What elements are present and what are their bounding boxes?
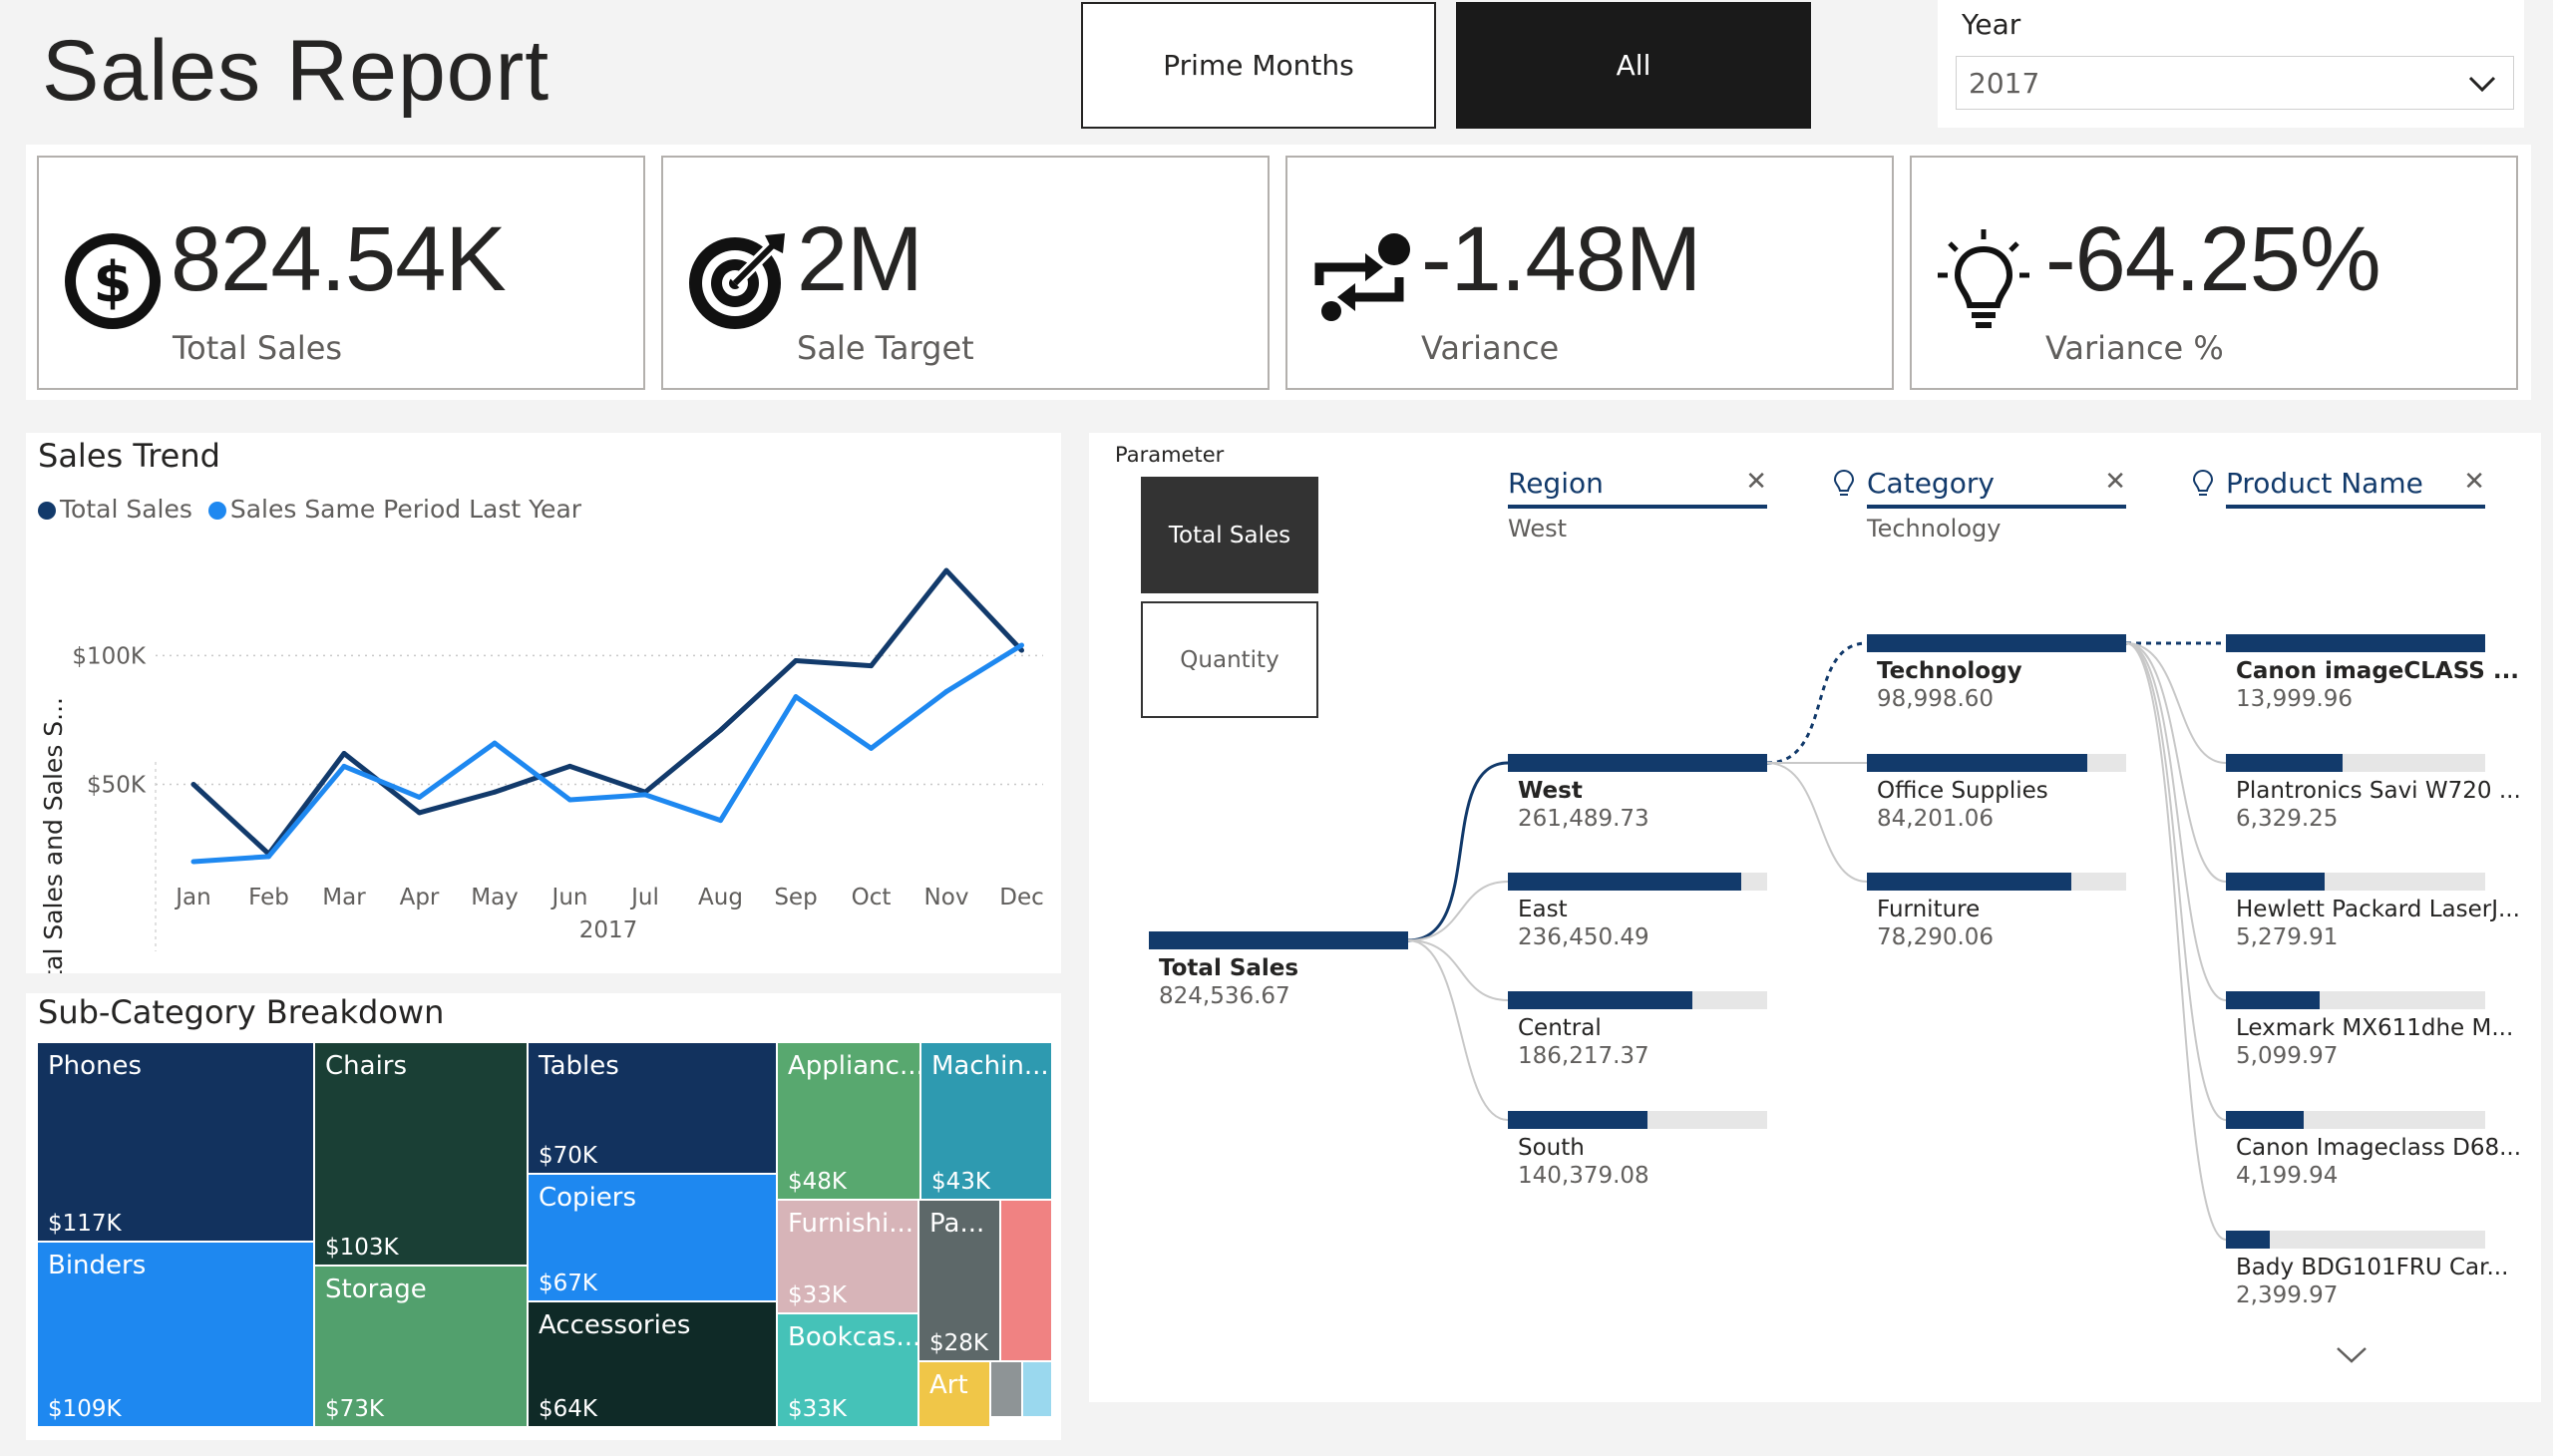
node-name: East — [1518, 897, 1568, 922]
node-value: 2,399.97 — [2236, 1282, 2339, 1308]
node-name: Plantronics Savi W720 ... — [2236, 778, 2521, 804]
node-value: 140,379.08 — [1518, 1163, 1649, 1189]
node-value: 824,536.67 — [1159, 983, 1290, 1009]
node-value: 6,329.25 — [2236, 806, 2339, 832]
node-name: Technology — [1877, 658, 2022, 684]
node-name: Central — [1518, 1015, 1602, 1041]
node-name: Canon Imageclass D68... — [2236, 1135, 2522, 1161]
node-name: South — [1518, 1135, 1585, 1161]
node-name: Furniture — [1877, 897, 1981, 922]
node-value: 78,290.06 — [1877, 924, 1995, 950]
chevron-down-icon[interactable] — [2334, 1344, 2370, 1366]
node-name: West — [1518, 778, 1583, 804]
node-value: 5,099.97 — [2236, 1043, 2339, 1069]
node-value: 236,450.49 — [1518, 924, 1649, 950]
node-value: 98,998.60 — [1877, 686, 1995, 712]
decomposition-connectors — [1407, 641, 2227, 1241]
node-name: Lexmark MX611dhe M... — [2236, 1015, 2514, 1041]
node-name: Canon imageCLASS ... — [2236, 658, 2520, 684]
node-value: 186,217.37 — [1518, 1043, 1649, 1069]
node-value: 261,489.73 — [1518, 806, 1649, 832]
node-name: Office Supplies — [1877, 778, 2048, 804]
node-value: 4,199.94 — [2236, 1163, 2339, 1189]
node-value: 84,201.06 — [1877, 806, 1995, 832]
node-name: Hewlett Packard LaserJ... — [2236, 897, 2520, 922]
node-name: Total Sales — [1159, 955, 1299, 981]
node-value: 5,279.91 — [2236, 924, 2339, 950]
node-value: 13,999.96 — [2236, 686, 2354, 712]
node-name: Bady BDG101FRU Car... — [2236, 1255, 2509, 1280]
